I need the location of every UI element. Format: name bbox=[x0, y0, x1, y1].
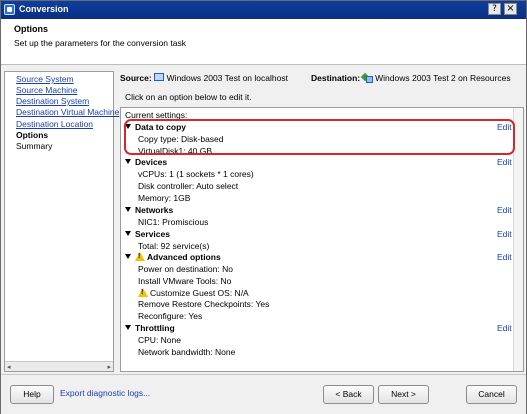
section-data-to-copy[interactable]: Data to copy bbox=[125, 122, 186, 132]
setting-disk-controller: Disk controller: Auto select bbox=[138, 181, 239, 191]
section-devices[interactable]: Devices bbox=[125, 157, 167, 167]
section-advanced-options[interactable]: Advanced options bbox=[125, 252, 221, 262]
setting-memory: Memory: 1GB bbox=[138, 193, 191, 203]
nav-item-destination-vm[interactable]: Destination Virtual Machine bbox=[16, 107, 119, 117]
destination-label: Destination: bbox=[311, 73, 361, 83]
page-header: Options Set up the parameters for the co… bbox=[1, 19, 526, 65]
nav-item-options: Options bbox=[16, 130, 49, 140]
wizard-nav: Source System Source Machine Destination… bbox=[4, 71, 119, 372]
warning-icon bbox=[135, 252, 145, 261]
edit-devices-link[interactable]: Edit bbox=[497, 157, 512, 167]
setting-power-on: Power on destination: No bbox=[138, 264, 233, 274]
setting-reconfigure: Reconfigure: Yes bbox=[138, 311, 203, 321]
collapse-icon[interactable] bbox=[125, 325, 131, 330]
collapse-icon[interactable] bbox=[125, 207, 131, 212]
instruction-text: Click on an option below to edit it. bbox=[125, 92, 252, 102]
back-button[interactable]: < Back bbox=[323, 385, 374, 404]
nav-item-destination-system[interactable]: Destination System bbox=[16, 96, 89, 106]
next-button[interactable]: Next > bbox=[378, 385, 429, 404]
help-icon[interactable]: ? bbox=[488, 3, 501, 15]
setting-customize-guest: Customize Guest OS: N/A bbox=[138, 288, 249, 298]
setting-services-total: Total: 92 service(s) bbox=[138, 241, 210, 251]
warning-icon bbox=[138, 288, 148, 297]
setting-remove-checkpoints: Remove Restore Checkpoints: Yes bbox=[138, 299, 270, 309]
section-throttling[interactable]: Throttling bbox=[125, 323, 175, 333]
page-title: Options bbox=[14, 24, 48, 34]
setting-cpu: CPU: None bbox=[138, 335, 181, 345]
collapse-icon[interactable] bbox=[125, 254, 131, 259]
nav-item-source-system[interactable]: Source System bbox=[16, 74, 74, 84]
help-button[interactable]: Help bbox=[10, 385, 54, 404]
setting-copy-type: Copy type: Disk-based bbox=[138, 134, 224, 144]
cancel-button[interactable]: Cancel bbox=[466, 385, 517, 404]
edit-data-to-copy-link[interactable]: Edit bbox=[497, 122, 512, 132]
nav-item-source-machine[interactable]: Source Machine bbox=[16, 85, 77, 95]
source-label: Source: bbox=[120, 73, 152, 83]
scroll-left-icon[interactable]: ◂ bbox=[7, 363, 11, 371]
destination-value: Windows 2003 Test 2 on Resources bbox=[375, 73, 511, 83]
app-icon bbox=[4, 4, 15, 15]
conversion-window: Conversion ? × Options Set up the parame… bbox=[0, 0, 527, 414]
setting-vcpus: vCPUs: 1 (1 sockets * 1 cores) bbox=[138, 169, 254, 179]
export-logs-link[interactable]: Export diagnostic logs... bbox=[60, 388, 150, 398]
source-info: Source: Windows 2003 Test on localhost bbox=[120, 73, 288, 83]
setting-virtual-disk: VirtualDisk1: 40 GB bbox=[138, 146, 213, 156]
nav-item-summary: Summary bbox=[16, 141, 53, 151]
setting-install-tools: Install VMware Tools: No bbox=[138, 276, 232, 286]
collapse-icon[interactable] bbox=[125, 124, 131, 129]
section-networks[interactable]: Networks bbox=[125, 205, 173, 215]
source-value: Windows 2003 Test on localhost bbox=[166, 73, 288, 83]
window-title: Conversion bbox=[19, 4, 69, 14]
setting-network-bandwidth: Network bandwidth: None bbox=[138, 347, 236, 357]
physical-machine-icon bbox=[153, 73, 164, 82]
title-bar: Conversion ? × bbox=[1, 1, 526, 19]
setting-nic1: NIC1: Promiscious bbox=[138, 217, 209, 227]
virtual-machine-icon bbox=[362, 73, 374, 83]
page-subtitle: Set up the parameters for the conversion… bbox=[14, 38, 186, 48]
settings-panel: Current settings: Data to copy Edit Copy… bbox=[120, 107, 524, 372]
edit-advanced-options-link[interactable]: Edit bbox=[497, 252, 512, 262]
current-settings-label: Current settings: bbox=[125, 110, 188, 120]
edit-services-link[interactable]: Edit bbox=[497, 229, 512, 239]
scroll-right-icon[interactable]: ▸ bbox=[107, 363, 111, 371]
nav-horizontal-scrollbar[interactable]: ◂ ▸ bbox=[5, 361, 113, 371]
close-icon[interactable]: × bbox=[504, 3, 517, 15]
wizard-footer: Help Export diagnostic logs... < Back Ne… bbox=[1, 374, 526, 414]
collapse-icon[interactable] bbox=[125, 159, 131, 164]
destination-info: Destination: Windows 2003 Test 2 on Resou… bbox=[311, 73, 511, 83]
settings-vertical-scrollbar[interactable] bbox=[513, 108, 523, 371]
collapse-icon[interactable] bbox=[125, 231, 131, 236]
nav-item-destination-location[interactable]: Destination Location bbox=[16, 119, 93, 129]
edit-throttling-link[interactable]: Edit bbox=[497, 323, 512, 333]
section-services[interactable]: Services bbox=[125, 229, 170, 239]
edit-networks-link[interactable]: Edit bbox=[497, 205, 512, 215]
